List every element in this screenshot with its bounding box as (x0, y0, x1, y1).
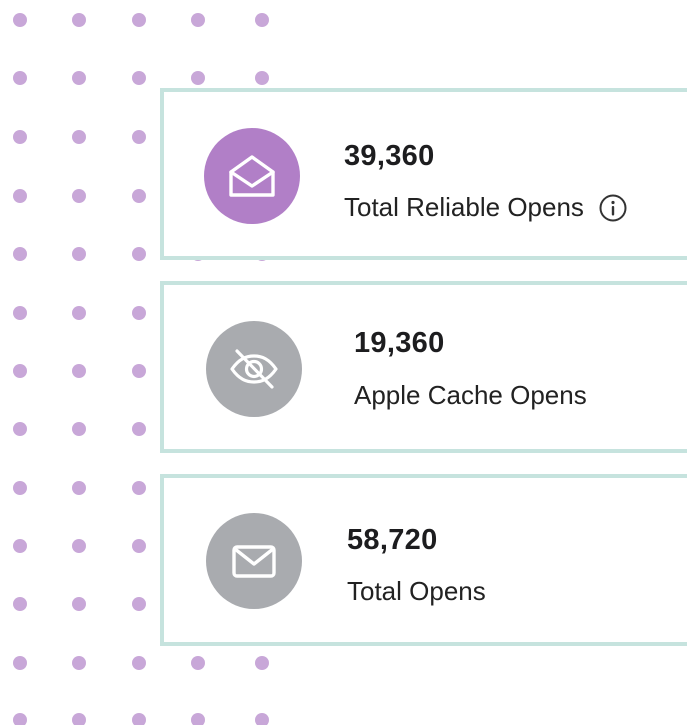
decorative-dot (72, 539, 86, 553)
decorative-dot (132, 306, 146, 320)
decorative-dot (72, 13, 86, 27)
decorative-dot (72, 422, 86, 436)
decorative-dot (13, 422, 27, 436)
decorative-dot (72, 306, 86, 320)
stat-label-row: Apple Cache Opens (354, 380, 587, 411)
decorative-dot (13, 713, 27, 725)
stat-label: Total Opens (347, 576, 486, 606)
decorative-dot (13, 481, 27, 495)
decorative-dot (132, 189, 146, 203)
decorative-dot (13, 539, 27, 553)
stat-value: 19,360 (354, 327, 445, 359)
decorative-dot (13, 13, 27, 27)
decorative-dot (255, 13, 269, 27)
decorative-dot (191, 71, 205, 85)
stat-card-total-opens: 58,720 Total Opens (160, 474, 687, 646)
decorative-dot (132, 539, 146, 553)
decorative-dot (255, 71, 269, 85)
decorative-dot (132, 481, 146, 495)
decorative-dot (132, 247, 146, 261)
decorative-dot (255, 656, 269, 670)
decorative-dot (13, 130, 27, 144)
open-envelope-icon (224, 148, 280, 204)
stat-label: Total Reliable Opens (344, 192, 584, 222)
stat-value: 39,360 (344, 140, 435, 172)
stat-value: 58,720 (347, 524, 438, 556)
decorative-dot (13, 597, 27, 611)
stat-label-row: Total Reliable Opens (344, 192, 628, 223)
decorative-dot (132, 597, 146, 611)
icon-badge (206, 513, 302, 609)
info-icon[interactable] (598, 193, 628, 223)
icon-badge (204, 128, 300, 224)
decorative-dot (132, 13, 146, 27)
decorative-dot (191, 713, 205, 725)
decorative-dot (13, 364, 27, 378)
decorative-dot (72, 189, 86, 203)
decorative-dot (191, 656, 205, 670)
decorative-dot (72, 364, 86, 378)
decorative-dot (132, 71, 146, 85)
decorative-dot (72, 597, 86, 611)
decorative-dot (72, 481, 86, 495)
stat-card-total-reliable-opens: 39,360 Total Reliable Opens (160, 88, 687, 260)
decorative-dot (255, 713, 269, 725)
stat-label: Apple Cache Opens (354, 380, 587, 410)
decorative-dot (132, 130, 146, 144)
decorative-dot (72, 713, 86, 725)
decorative-dot (13, 189, 27, 203)
decorative-dot (132, 713, 146, 725)
decorative-dot (72, 656, 86, 670)
decorative-dot (72, 71, 86, 85)
decorative-dot (132, 656, 146, 670)
eye-slash-icon (226, 341, 282, 397)
envelope-icon (226, 533, 282, 589)
decorative-dot (13, 71, 27, 85)
decorative-dot (191, 13, 205, 27)
stat-label-row: Total Opens (347, 576, 486, 607)
decorative-dot (132, 364, 146, 378)
icon-badge (206, 321, 302, 417)
decorative-dot (72, 247, 86, 261)
decorative-dot (72, 130, 86, 144)
decorative-dot (13, 247, 27, 261)
decorative-dot (132, 422, 146, 436)
decorative-dot (13, 306, 27, 320)
decorative-dot (13, 656, 27, 670)
stat-card-apple-cache-opens: 19,360 Apple Cache Opens (160, 281, 687, 453)
